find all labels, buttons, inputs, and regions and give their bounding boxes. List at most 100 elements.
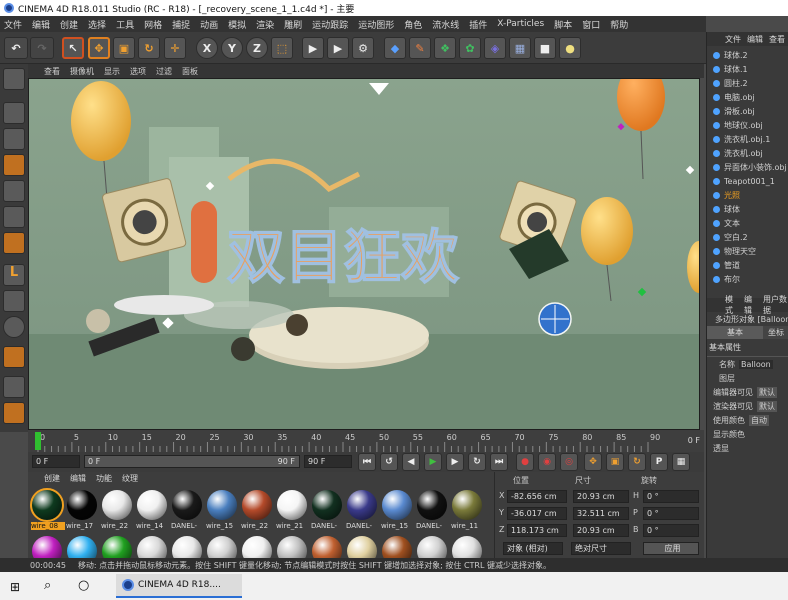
viewport-menu-item[interactable]: 面板 — [182, 66, 198, 77]
object-list-item[interactable]: Teapot001_1 — [707, 174, 788, 188]
goto-start-button[interactable]: ⏮ — [358, 453, 376, 471]
object-list-item[interactable]: 文本 — [707, 216, 788, 230]
object-list-item[interactable]: 管道 — [707, 258, 788, 272]
key-rotation-button[interactable]: ↻ — [628, 453, 646, 471]
menu-item[interactable]: 角色 — [404, 18, 422, 31]
material-menu-item[interactable]: 创建 — [44, 473, 60, 484]
material-swatch[interactable] — [67, 490, 97, 520]
range-slider[interactable]: 0 F 90 F — [84, 455, 300, 468]
goto-end-button[interactable]: ⏭ — [490, 453, 508, 471]
subdivision-icon[interactable]: ❖ — [434, 37, 456, 59]
z-axis-button[interactable]: Z — [246, 37, 268, 59]
polygons-mode-icon[interactable] — [3, 232, 25, 254]
quantize-icon[interactable] — [3, 376, 25, 398]
make-editable-icon[interactable] — [3, 68, 25, 90]
object-list-item[interactable]: 空白.2 — [707, 230, 788, 244]
menu-item[interactable]: 编辑 — [32, 18, 50, 31]
rotation-field[interactable]: 0 ° — [643, 507, 699, 520]
menu-item[interactable]: 选择 — [88, 18, 106, 31]
material-menu-item[interactable]: 编辑 — [70, 473, 86, 484]
material-swatch[interactable] — [242, 490, 272, 520]
rotation-field[interactable]: 0 ° — [643, 524, 699, 537]
object-manager-tab[interactable]: 文件 — [725, 34, 741, 45]
material-menu-item[interactable]: 纹理 — [122, 473, 138, 484]
menu-item[interactable]: 文件 — [4, 18, 22, 31]
material-swatch[interactable] — [382, 490, 412, 520]
deformer-icon[interactable]: ◈ — [484, 37, 506, 59]
tab-coord[interactable]: 坐标 — [763, 326, 788, 339]
object-list-item[interactable]: 布尔 — [707, 272, 788, 286]
next-frame-button[interactable]: ▶ — [446, 453, 464, 471]
floor-icon[interactable]: ▦ — [509, 37, 531, 59]
workplane-lock-icon[interactable] — [3, 402, 25, 424]
material-swatch[interactable] — [137, 490, 167, 520]
material-swatch[interactable] — [207, 490, 237, 520]
undo-button[interactable]: ↶ — [4, 37, 28, 59]
object-list-item[interactable]: 物理天空 — [707, 244, 788, 258]
key-position-button[interactable]: ✥ — [584, 453, 602, 471]
object-list-item[interactable]: 球体 — [707, 202, 788, 216]
taskbar-app-button[interactable]: CINEMA 4D R18.... — [116, 574, 242, 598]
array-icon[interactable]: ✿ — [459, 37, 481, 59]
playhead[interactable] — [35, 432, 41, 450]
cube-icon[interactable]: ◆ — [384, 37, 406, 59]
object-list-item[interactable]: 异面体小装饰.obj — [707, 160, 788, 174]
render-picture-viewer-icon[interactable]: ▶ — [327, 37, 349, 59]
material-swatch[interactable] — [102, 490, 132, 520]
object-list-item[interactable]: 地球仪.obj — [707, 118, 788, 132]
play-button[interactable]: ▶ — [424, 453, 442, 471]
key-param-button[interactable]: P — [650, 453, 668, 471]
material-swatch[interactable] — [452, 490, 482, 520]
prev-frame-button[interactable]: ◀ — [402, 453, 420, 471]
rotate-tool-icon[interactable]: ↻ — [138, 37, 160, 59]
position-field[interactable]: 118.173 cm — [507, 524, 567, 537]
x-axis-button[interactable]: X — [196, 37, 218, 59]
menu-item[interactable]: 窗口 — [582, 18, 600, 31]
material-swatch[interactable] — [277, 490, 307, 520]
edges-mode-icon[interactable] — [3, 206, 25, 228]
menu-item[interactable]: 帮助 — [610, 18, 628, 31]
next-key-button[interactable]: ↻ — [468, 453, 486, 471]
y-axis-button[interactable]: Y — [221, 37, 243, 59]
menu-item[interactable]: 雕刷 — [284, 18, 302, 31]
menu-item[interactable]: 运动图形 — [358, 18, 394, 31]
menu-item[interactable]: 工具 — [116, 18, 134, 31]
coordinate-mode-select[interactable]: 对象 (相对) — [503, 542, 563, 555]
object-list-item[interactable]: 洗衣机.obj — [707, 146, 788, 160]
windows-start-icon[interactable]: ⊞ — [10, 580, 20, 594]
attribute-value[interactable]: 自动 — [749, 414, 769, 426]
light-icon[interactable]: ● — [559, 37, 581, 59]
axis-mode-icon[interactable]: L — [3, 264, 25, 286]
menu-item[interactable]: 捕捉 — [172, 18, 190, 31]
position-field[interactable]: -82.656 cm — [507, 490, 567, 503]
autokey-button[interactable]: ◉ — [538, 453, 556, 471]
viewport-menu-item[interactable]: 查看 — [44, 66, 60, 77]
menu-item[interactable]: 运动跟踪 — [312, 18, 348, 31]
material-swatch[interactable] — [417, 490, 447, 520]
render-settings-icon[interactable]: ⚙ — [352, 37, 374, 59]
camera-icon[interactable]: ■ — [534, 37, 556, 59]
material-swatch[interactable] — [172, 490, 202, 520]
size-field[interactable]: 20.93 cm — [573, 524, 629, 537]
render-view-icon[interactable]: ▶ — [302, 37, 324, 59]
viewport-menu-item[interactable]: 摄像机 — [70, 66, 94, 77]
menu-item[interactable]: 插件 — [469, 18, 487, 31]
menu-item[interactable]: 渲染 — [256, 18, 274, 31]
menu-item[interactable]: 流水线 — [432, 18, 459, 31]
record-button[interactable]: ● — [516, 453, 534, 471]
tweak-mode-icon[interactable] — [3, 290, 25, 312]
material-swatch[interactable] — [30, 488, 64, 522]
viewport-menu-item[interactable]: 显示 — [104, 66, 120, 77]
object-list-item[interactable]: 洗衣机.obj.1 — [707, 132, 788, 146]
prev-key-button[interactable]: ↺ — [380, 453, 398, 471]
timeline[interactable]: 0 5 10 15 20 25 30 35 40 45 50 55 60 65 70 75 80 85 90 0 F — [28, 430, 704, 452]
size-field[interactable]: 32.511 cm — [573, 507, 629, 520]
end-frame-field[interactable]: 90 F — [304, 455, 352, 468]
pen-icon[interactable]: ✎ — [409, 37, 431, 59]
rotation-field[interactable]: 0 ° — [643, 490, 699, 503]
menu-item[interactable]: 动画 — [200, 18, 218, 31]
task-view-icon[interactable]: ○ — [78, 578, 89, 593]
solo-mode-icon[interactable] — [3, 316, 25, 338]
key-scale-button[interactable]: ▣ — [606, 453, 624, 471]
position-field[interactable]: -36.017 cm — [507, 507, 567, 520]
